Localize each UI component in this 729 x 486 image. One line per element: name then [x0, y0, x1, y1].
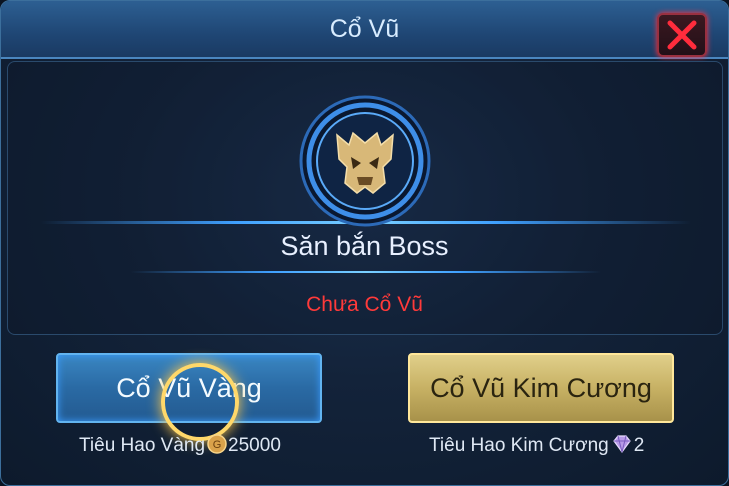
- close-button[interactable]: [657, 13, 707, 57]
- diamond-cost-label: Tiêu Hao Kim Cương: [429, 435, 609, 456]
- cheer-dialog: Cổ Vũ Săn bắn Boss Chưa Cổ Vũ Cổ Vũ Vàng…: [0, 0, 729, 486]
- boss-skull-emblem-icon: [299, 95, 431, 227]
- diamond-cost-value: 2: [633, 435, 645, 456]
- diamond-cost: Tiêu Hao Kim Cương 2: [429, 434, 644, 460]
- dialog-header: Cổ Vũ: [1, 1, 728, 59]
- name-underline-glow: [131, 271, 601, 273]
- gold-cost-value: 25000: [228, 435, 281, 456]
- boss-emblem: [293, 95, 437, 227]
- gold-cost: Tiêu Hao Vàng G 25000: [79, 434, 281, 460]
- cheer-diamond-button[interactable]: Cổ Vũ Kim Cương: [408, 353, 674, 423]
- dialog-title: Cổ Vũ: [329, 15, 400, 43]
- diamond-gem-icon: [611, 434, 633, 460]
- boss-event-name: Săn bắn Boss: [280, 231, 449, 261]
- gold-cost-label: Tiêu Hao Vàng: [79, 435, 206, 456]
- close-icon: [667, 20, 697, 50]
- cheer-status: Chưa Cổ Vũ: [306, 293, 423, 316]
- button-highlight-ring: [161, 363, 239, 441]
- svg-text:G: G: [213, 439, 222, 451]
- gold-coin-icon: G: [207, 434, 227, 460]
